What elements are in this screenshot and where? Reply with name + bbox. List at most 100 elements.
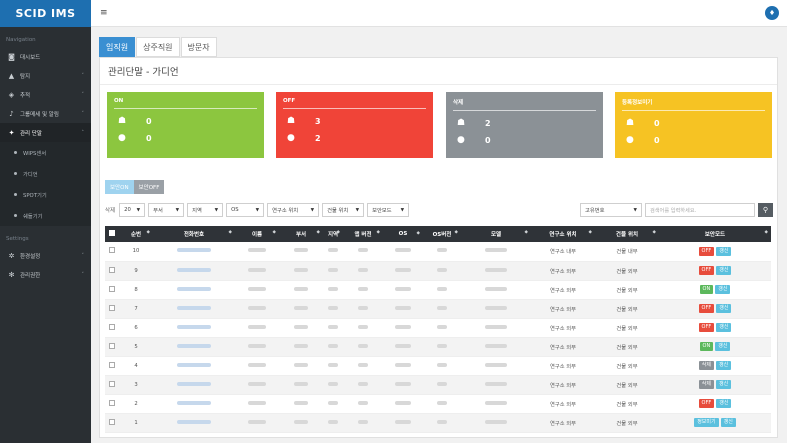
table-row[interactable]: 7 연구소 외부 건물 외부 OFF 갱신 [105,299,771,319]
table-row[interactable]: 6 연구소 외부 건물 외부 OFF 갱신 [105,318,771,338]
search-button[interactable]: ⚲ [758,203,773,217]
sidebar-item-devices[interactable]: ✦ 관리 단말 ˄ [0,123,91,142]
refresh-button[interactable]: 갱신 [716,266,732,275]
lab-location-select[interactable]: 연구소 위치 ▼ [267,203,320,217]
notification-bell-icon[interactable]: ♦ [765,6,779,20]
security-mode-badge[interactable]: 삭제 [698,380,714,389]
region-select[interactable]: 지역 ▼ [187,203,224,217]
refresh-button[interactable]: 갱신 [716,304,732,313]
select-all-checkbox-cell[interactable] [105,226,119,242]
refresh-button[interactable]: 갱신 [716,361,732,370]
sidebar-item-permissions[interactable]: ✻ 관리권한 ˅ [0,265,91,284]
row-checkbox-cell[interactable] [105,261,119,281]
refresh-button[interactable]: 갱신 [715,342,731,351]
row-checkbox[interactable] [109,361,115,368]
building-location-select[interactable]: 건물 위치 ▼ [322,203,365,217]
security-mode-badge[interactable]: 삭제 [698,361,714,370]
security-mode-badge[interactable]: OFF [698,304,715,313]
row-checkbox-cell[interactable] [105,337,119,357]
column-header[interactable]: OS버전 ◆ [423,226,461,242]
sidebar-item-dashboard[interactable]: ◙ 대시보드 [0,47,91,66]
column-header[interactable]: 앱 버전 ◆ [343,226,383,242]
security-mode-badge[interactable]: OFF [698,323,715,332]
brand-logo[interactable]: SCID IMS [0,0,91,27]
table-row[interactable]: 8 연구소 외부 건물 외부 ON 갱신 [105,280,771,300]
column-header[interactable]: 이름 ◆ [235,226,279,242]
security-mode-badge[interactable]: ON [699,285,714,294]
sidebar-subitem-spot[interactable]: SPOT기기 [0,184,91,205]
security-off-button[interactable]: 보안OFF [133,180,165,194]
row-checkbox-cell[interactable] [105,318,119,338]
column-header[interactable]: 전화번호 ◆ [153,226,235,242]
row-checkbox[interactable] [109,304,115,311]
column-header[interactable]: 지역 ◆ [323,226,343,242]
bullet-icon [14,172,17,175]
search-field-select[interactable]: 고유번호 ▼ [580,203,642,217]
refresh-button[interactable]: 갱신 [716,246,732,256]
department-select[interactable]: 부서 ▼ [148,203,185,217]
tab-employee[interactable]: 임직원 [99,37,136,57]
sidebar-item-detect[interactable]: ▲ 탐지 ˅ [0,66,91,85]
column-header[interactable]: 연구소 위치 ◆ [531,226,595,242]
column-header[interactable]: 순번 ◆ [119,226,153,242]
refresh-button[interactable]: 갱신 [715,285,731,294]
column-header[interactable]: 보안모드 ◆ [659,226,771,242]
security-mode-badge[interactable]: OFF [698,266,715,275]
security-mode-badge[interactable]: ON [699,342,714,351]
row-checkbox[interactable] [109,399,115,406]
column-header[interactable]: 건물 위치 ◆ [595,226,659,242]
sidebar-item-track[interactable]: ◈ 추적 ˅ [0,85,91,104]
row-checkbox[interactable] [109,342,115,349]
refresh-button[interactable]: 갱신 [716,399,732,408]
row-checkbox[interactable] [109,266,115,273]
row-number: 7 [119,299,153,319]
row-checkbox-cell[interactable] [105,299,119,319]
table-row[interactable]: 5 연구소 외부 건물 외부 ON 갱신 [105,337,771,357]
row-checkbox-cell[interactable] [105,280,119,300]
refresh-button[interactable]: 갱신 [716,323,732,332]
security-mode-badge[interactable]: OFF [698,399,715,408]
security-mode-badge[interactable]: 정보미기 [694,418,719,427]
table-row[interactable]: 9 연구소 외부 건물 외부 OFF 갱신 [105,261,771,281]
os-select[interactable]: OS ▼ [226,203,265,217]
row-checkbox[interactable] [109,380,115,387]
sidebar-subitem-wips[interactable]: WIPS센서 [0,142,91,163]
row-checkbox-cell[interactable] [105,394,119,414]
row-checkbox-cell[interactable] [105,375,119,395]
row-checkbox[interactable] [109,418,115,425]
search-input[interactable]: 검색어를 입력하세요. [645,203,755,217]
status-card-off[interactable]: OFF ☗ 3 ● 2 [276,92,433,158]
column-header[interactable]: 부서 ◆ [279,226,323,242]
security-mode-badge[interactable]: OFF [698,246,715,256]
sidebar-item-alerts[interactable]: ♪ 그룹메세 및 알림 ˅ [0,104,91,123]
row-checkbox[interactable] [109,247,115,254]
table-row[interactable]: 3 연구소 외부 건물 외부 삭제 갱신 [105,375,771,395]
security-on-button[interactable]: 보안ON [105,180,134,194]
status-card-deleted[interactable]: 삭제 ☗ 2 ● 0 [446,92,603,158]
row-checkbox-cell[interactable] [105,413,119,433]
status-card-unregistered[interactable]: 등록정보미기 ☗ 0 ● 0 [615,92,772,158]
row-checkbox[interactable] [109,285,115,292]
row-checkbox-cell[interactable] [105,242,119,262]
refresh-button[interactable]: 갱신 [720,418,736,427]
tab-resident[interactable]: 상주직원 [136,37,180,57]
menu-icon[interactable]: ≡ [100,8,108,18]
page-size-select[interactable]: 20 ▼ [119,203,146,217]
delete-filter-label[interactable]: 삭제 [105,206,115,214]
status-card-on[interactable]: ON ☗ 0 ● 0 [107,92,264,158]
column-header[interactable]: 모델 ◆ [461,226,531,242]
sidebar-item-settings[interactable]: ✲ 환경설정 ˅ [0,246,91,265]
select-all-checkbox[interactable] [109,230,115,236]
table-row[interactable]: 2 연구소 외부 건물 외부 OFF 갱신 [105,394,771,414]
table-row[interactable]: 4 연구소 외부 건물 외부 삭제 갱신 [105,356,771,376]
sidebar-subitem-guardian[interactable]: 가디언 [0,163,91,184]
refresh-button[interactable]: 갱신 [716,380,732,389]
row-checkbox-cell[interactable] [105,356,119,376]
row-checkbox[interactable] [109,323,115,330]
tab-visitor[interactable]: 방문자 [180,37,217,57]
table-row[interactable]: 1 연구소 외부 건물 외부 정보미기 갱신 [105,413,771,433]
column-header[interactable]: OS ◆ [383,226,423,242]
sidebar-subitem-other[interactable]: 쉐들기기 [0,205,91,226]
security-mode-select[interactable]: 보안모드 ▼ [367,203,410,217]
table-row[interactable]: 10 연구소 내부 건물 내부 OFF 갱신 [105,242,771,262]
